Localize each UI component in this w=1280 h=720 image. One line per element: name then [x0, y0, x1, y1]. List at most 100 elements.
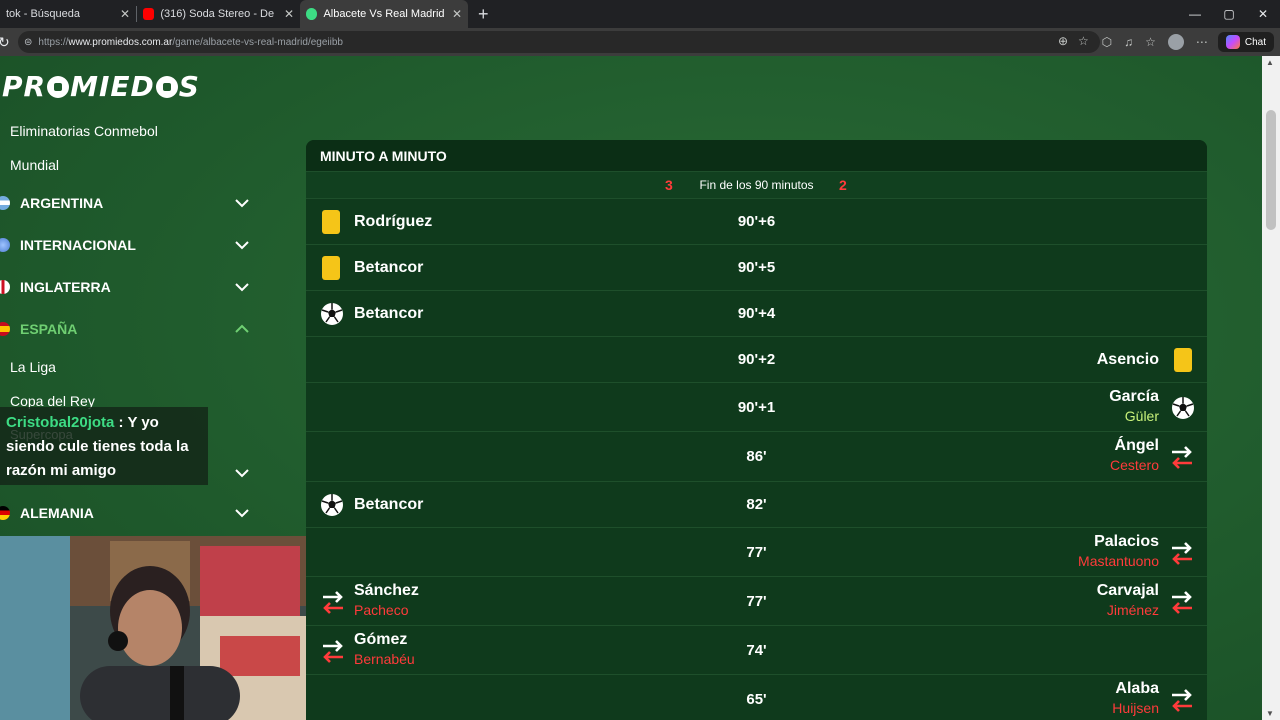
event-row: 90'+4 Betancor	[306, 291, 1207, 337]
menu-icon[interactable]: ⋯	[1196, 35, 1208, 49]
away-player-name: Palacios	[1094, 532, 1159, 550]
browser-tab-youtube[interactable]: (316) Soda Stereo - De Musica Lig ✕	[137, 0, 300, 28]
profile-avatar[interactable]	[1167, 34, 1184, 50]
page-scrollbar[interactable]: ▲ ▼	[1262, 56, 1280, 720]
substitution-icon	[323, 639, 343, 663]
home-event-icon	[320, 302, 344, 326]
zoom-icon[interactable]: ⊕	[1058, 34, 1068, 48]
away-player[interactable]: Ángel Cestero	[1110, 437, 1159, 473]
chevron-down-icon[interactable]	[234, 195, 250, 211]
chevron-down-icon[interactable]	[234, 465, 250, 481]
home-event-icon	[322, 210, 340, 234]
away-player-out: Huijsen	[1112, 699, 1159, 716]
event-row: 65' Alaba Huijsen	[306, 675, 1207, 720]
scroll-down-icon[interactable]: ▼	[1266, 709, 1274, 718]
site-info-icon[interactable]: ⊜	[24, 37, 32, 48]
bookmark-star-icon[interactable]: ☆	[1078, 34, 1089, 48]
restore-icon[interactable]: ▢	[1212, 0, 1246, 28]
home-event-icon	[320, 493, 344, 517]
away-player-out: Jiménez	[1106, 601, 1159, 618]
event-row: 90'+1 García Güler	[306, 383, 1207, 432]
substitution-icon	[1172, 688, 1192, 712]
minute-by-minute-card: MINUTO A MINUTO 3 Fin de los 90 minutos …	[306, 140, 1207, 720]
sidebar-section-internacional[interactable]: INTERNACIONAL	[0, 224, 262, 266]
ball-logo-icon	[47, 76, 70, 98]
away-player[interactable]: Alaba Huijsen	[1112, 680, 1159, 716]
event-row: 77' Palacios Mastantuono	[306, 528, 1207, 577]
window-controls: — ▢ ✕	[1178, 0, 1280, 28]
promiedos-favicon-icon	[306, 8, 318, 20]
extensions-icon[interactable]: ⬡	[1102, 35, 1112, 49]
favorites-icon[interactable]: ☆	[1145, 35, 1156, 49]
event-minute: 65'	[746, 690, 767, 708]
browser-tab-search[interactable]: tok - Búsqueda ✕	[0, 0, 136, 28]
browser-tab-promiedos[interactable]: Albacete Vs Real Madrid - Resulta ✕	[300, 0, 468, 28]
window-close-icon[interactable]: ✕	[1246, 0, 1280, 28]
germany-flag-icon	[0, 506, 10, 520]
copilot-chat-button[interactable]: Chat	[1217, 32, 1274, 52]
chevron-up-icon[interactable]	[234, 321, 250, 337]
away-event-icon	[1169, 540, 1195, 566]
sidebar-section-label: INGLATERRA	[20, 279, 111, 295]
browser-tab-bar: tok - Búsqueda ✕ (316) Soda Stereo - De …	[0, 0, 1280, 28]
promiedos-logo[interactable]: PR MIED S	[2, 70, 200, 103]
away-score: 2	[839, 177, 847, 193]
reload-icon[interactable]: ↻	[0, 34, 12, 51]
url-input[interactable]: ⊜ https://www.promiedos.com.ar/game/alba…	[18, 31, 1100, 53]
home-player-name: Rodríguez	[354, 213, 433, 230]
home-player[interactable]: Gómez Bernabéu	[354, 631, 415, 667]
chevron-down-icon[interactable]	[234, 505, 250, 521]
event-minute: 90'+4	[737, 305, 776, 322]
spain-flag-icon	[0, 322, 10, 336]
home-player-name: Betancor	[354, 305, 424, 322]
sidebar-section-espana[interactable]: ESPAÑA	[0, 308, 262, 350]
close-icon[interactable]: ✕	[452, 7, 462, 21]
away-player[interactable]: Palacios Mastantuono	[1078, 533, 1159, 569]
sidebar-item-mundial[interactable]: Mundial	[0, 148, 262, 182]
scrollbar-thumb[interactable]	[1266, 110, 1276, 230]
event-minute: 86'	[746, 448, 767, 465]
address-bar-row: ↻ ⊜ https://www.promiedos.com.ar/game/al…	[0, 28, 1280, 56]
home-player[interactable]: Betancor	[354, 259, 423, 277]
close-icon[interactable]: ✕	[284, 7, 294, 21]
home-player-out: Pacheco	[354, 601, 409, 618]
home-player[interactable]: Betancor	[354, 305, 423, 323]
sidebar-item-eliminatorias[interactable]: Eliminatorias Conmebol	[0, 114, 262, 148]
chevron-down-icon[interactable]	[234, 237, 250, 253]
tab-title: Albacete Vs Real Madrid - Resulta	[323, 8, 444, 20]
chevron-down-icon[interactable]	[234, 279, 250, 295]
webcam-feed	[0, 536, 310, 720]
home-player[interactable]: Sánchez Pacheco	[354, 582, 419, 618]
substitution-icon	[323, 590, 343, 614]
away-player[interactable]: Carvajal Jiménez	[1097, 582, 1159, 618]
sidebar-section-argentina[interactable]: ARGENTINA	[0, 182, 262, 224]
close-icon[interactable]: ✕	[120, 7, 130, 21]
stream-chat-message: Cristobal20jota : Y yo siendo cule tiene…	[0, 407, 208, 485]
event-minute: 74'	[746, 641, 767, 659]
away-event-icon	[1174, 348, 1192, 372]
away-player-name: Alaba	[1115, 679, 1159, 697]
sidebar-section-label: ALEMANIA	[20, 505, 94, 521]
soccer-ball-icon	[321, 494, 343, 516]
sidebar-item-la-liga[interactable]: La Liga	[0, 350, 262, 384]
away-player[interactable]: García Güler	[1109, 388, 1159, 424]
away-assist-player: Güler	[1124, 407, 1159, 424]
away-player-out: Mastantuono	[1078, 552, 1159, 569]
home-player-name: Sánchez	[354, 581, 419, 599]
url-prefix: https://	[38, 36, 69, 48]
home-event-icon	[320, 589, 346, 615]
sidebar-section-inglaterra[interactable]: INGLATERRA	[0, 266, 262, 308]
home-player[interactable]: Betancor	[354, 496, 423, 514]
new-tab-button[interactable]: +	[478, 4, 489, 25]
home-event-icon	[322, 256, 340, 280]
away-player[interactable]: Asencio	[1097, 351, 1159, 369]
scroll-up-icon[interactable]: ▲	[1266, 58, 1274, 67]
event-row: 90'+6 Rodríguez	[306, 199, 1207, 245]
media-icon[interactable]: ♫	[1124, 35, 1133, 49]
home-player[interactable]: Rodríguez	[354, 213, 432, 231]
minimize-icon[interactable]: —	[1178, 0, 1212, 28]
summary-label: Fin de los 90 minutos	[699, 178, 814, 192]
events-list: 90'+6 Rodríguez 90'+5 Betancor 90'+4 Betancor…	[306, 199, 1207, 720]
sidebar-section-alemania[interactable]: ALEMANIA	[0, 492, 262, 534]
away-player-name: Asencio	[1096, 351, 1159, 368]
